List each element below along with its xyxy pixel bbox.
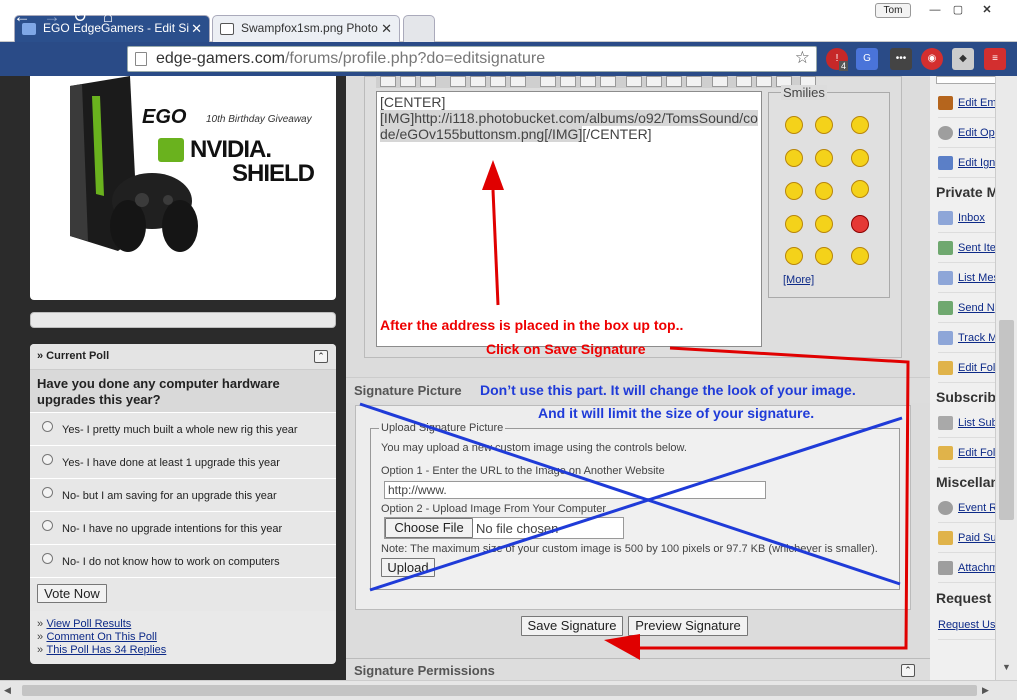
blue-cross-line bbox=[369, 416, 903, 592]
annotation-blue-2: And it will limit the size of your signa… bbox=[538, 405, 815, 421]
red-arrow-head bbox=[604, 634, 640, 660]
annotation-blue-1: Don’t use this part. It will change the … bbox=[480, 382, 856, 398]
annotation-red-2: Click on Save Signature bbox=[486, 341, 646, 357]
annotation-red-1: After the address is placed in the box u… bbox=[380, 317, 684, 333]
red-arrow-head bbox=[482, 160, 504, 190]
red-arrow-shaft bbox=[491, 189, 500, 306]
blue-cross-line bbox=[359, 402, 901, 586]
